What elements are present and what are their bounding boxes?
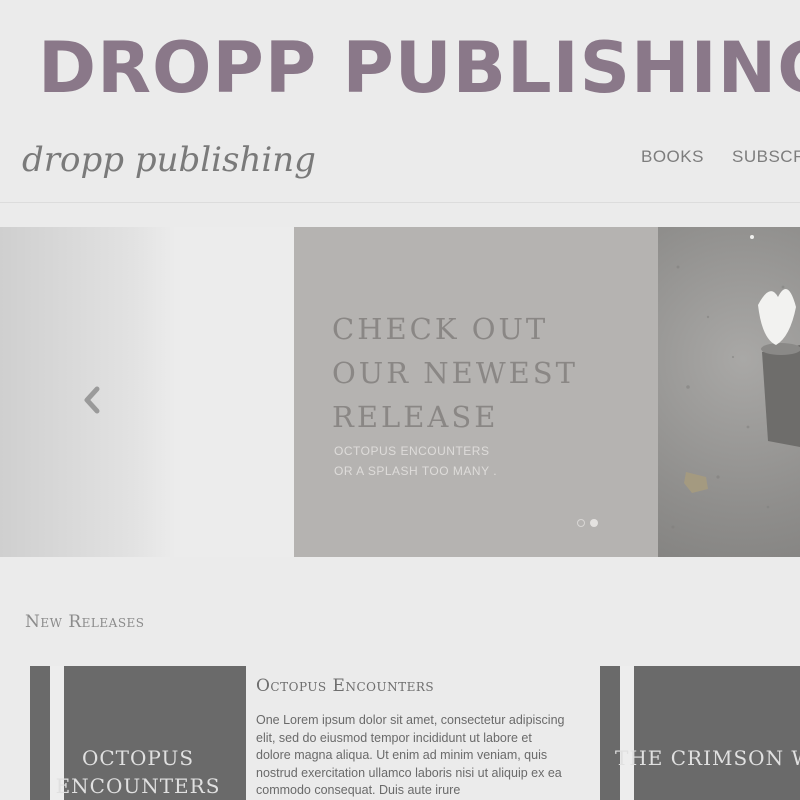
banner-title: DROPP PUBLISHING: [38, 27, 800, 109]
hero-heading-line: RELEASE: [332, 400, 499, 434]
nav-item-subscribe[interactable]: SUBSCRI: [732, 147, 800, 167]
cover-title-line: OCTOPUS: [81, 746, 195, 770]
hero-slide[interactable]: CHECK OUT OUR NEWEST RELEASE OCTOPUS ENC…: [294, 227, 658, 557]
site-header: dropp publishing BOOKS SUBSCRI: [0, 130, 800, 203]
hero-heading-line: CHECK OUT: [332, 312, 549, 346]
cover-spine: [620, 666, 634, 800]
book-cover-the-crimson-way[interactable]: THE CRIMSON WAY: [600, 666, 800, 800]
promo-banner: DROPP PUBLISHING: [0, 0, 800, 130]
section-title-new-releases: New Releases: [25, 612, 145, 632]
chevron-left-icon[interactable]: [82, 385, 102, 415]
cover-title: OCTOPUS ENCOUNTERS: [30, 744, 246, 800]
carousel-prev-area: [0, 227, 294, 557]
hero-subtitle-line: OCTOPUS ENCOUNTERS: [334, 444, 490, 458]
hero-photo: [658, 227, 800, 557]
book-title[interactable]: Octopus Encounters: [256, 676, 434, 696]
hero-heading-line: OUR NEWEST: [332, 356, 578, 390]
book-cover-octopus-encounters[interactable]: OCTOPUS ENCOUNTERS: [30, 666, 246, 800]
site-logo[interactable]: dropp publishing: [22, 140, 316, 180]
cover-title-line: THE CRIMSON WAY: [615, 746, 800, 770]
carousel-dot-active[interactable]: [590, 519, 598, 527]
carousel-dot[interactable]: [577, 519, 585, 527]
nav-item-books[interactable]: BOOKS: [641, 147, 704, 167]
hero-subtitle-line: OR A SPLASH TOO MANY .: [334, 464, 498, 478]
hero-heading: CHECK OUT OUR NEWEST RELEASE: [332, 307, 642, 439]
cover-title-line: ENCOUNTERS: [55, 774, 221, 798]
book-description: One Lorem ipsum dolor sit amet, consecte…: [256, 713, 565, 797]
